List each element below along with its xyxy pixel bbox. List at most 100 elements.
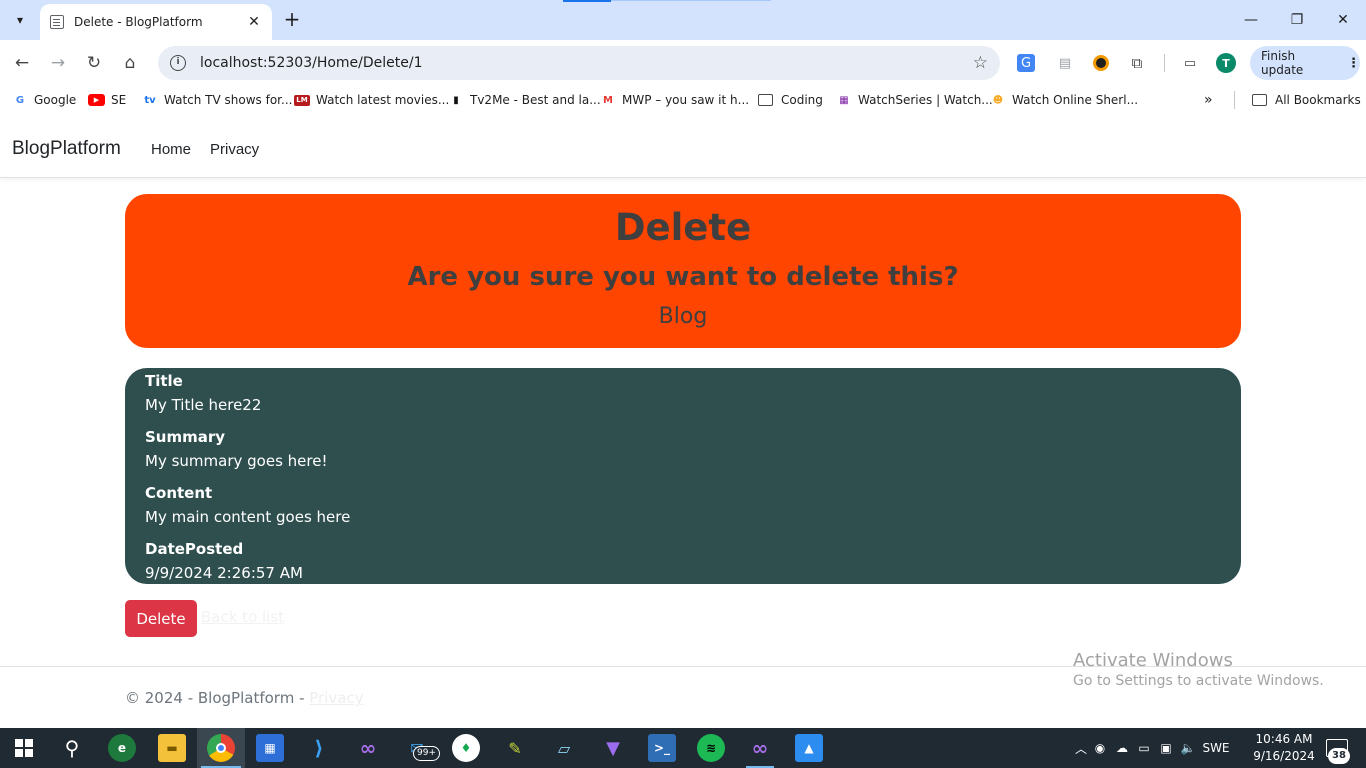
site-info-icon[interactable]: i <box>170 55 186 71</box>
tray-overflow-icon[interactable]: ︿ <box>1073 740 1089 757</box>
bookmarks-overflow-icon[interactable]: » <box>1204 91 1213 109</box>
page-favicon-icon <box>50 15 64 29</box>
footer-privacy-link[interactable]: Privacy <box>309 689 363 707</box>
profile-avatar[interactable]: T <box>1216 53 1236 73</box>
bookmark-watch-tv[interactable]: tv Watch TV shows for... <box>142 91 292 109</box>
volume-icon[interactable]: 🔈 <box>1177 741 1199 755</box>
site-brand-link[interactable]: BlogPlatform <box>12 138 121 160</box>
windows-taskbar: ⚲ e ▬ ▦ ⟩ ∞ ✉ 99+ ♦ ✎ ▱ ▼ >_ ≋ ∞ ▲ ︿ ◉ ☁… <box>0 728 1366 768</box>
field-value-title: My Title here22 <box>145 396 262 414</box>
vpn-icon[interactable]: ▼ <box>599 734 627 762</box>
folder-icon <box>1252 94 1267 106</box>
nav-link-privacy[interactable]: Privacy <box>210 141 259 158</box>
sherlock-icon: ☻ <box>992 94 1004 106</box>
visual-studio-2-icon[interactable]: ∞ <box>746 734 774 762</box>
bookmarks-separator <box>1234 91 1235 109</box>
bookmark-folder-coding[interactable]: Coding <box>758 91 823 109</box>
all-bookmarks-button[interactable]: All Bookmarks <box>1252 91 1361 109</box>
bookmark-watchseries[interactable]: ▦ WatchSeries | Watch... <box>836 91 993 109</box>
nav-link-home[interactable]: Home <box>151 141 191 158</box>
translate-extension-icon[interactable]: G <box>1017 54 1035 72</box>
tool-icon[interactable]: ✎ <box>501 734 529 762</box>
bookmark-tv2me[interactable]: ▮ Tv2Me - Best and la... <box>448 91 601 109</box>
field-label-summary: Summary <box>145 428 226 446</box>
tab-strip-indicator-track <box>611 0 771 1</box>
language-indicator[interactable]: SWE <box>1199 741 1233 755</box>
notes-icon[interactable]: ▱ <box>550 734 578 762</box>
windows-start-icon[interactable] <box>10 734 38 762</box>
clock-date: 9/16/2024 <box>1253 749 1315 763</box>
browser-tab-active[interactable]: Delete - BlogPlatform ✕ <box>40 4 272 40</box>
bookmark-star-icon[interactable]: ☆ <box>973 53 988 73</box>
toolbar-separator <box>1164 54 1165 72</box>
tab-strip-indicator <box>563 0 611 2</box>
extensions-puzzle-icon[interactable]: ⧉ <box>1126 52 1148 74</box>
mongodb-icon[interactable]: ♦ <box>452 734 480 762</box>
back-arrow-icon[interactable]: ← <box>8 49 36 77</box>
bookmark-sherlock[interactable]: ☻ Watch Online Sherl... <box>990 91 1138 109</box>
powershell-icon[interactable]: >_ <box>648 734 676 762</box>
record-extension-icon[interactable] <box>1090 52 1112 74</box>
delete-button[interactable]: Delete <box>125 600 197 637</box>
back-to-list-link[interactable]: Back to list <box>201 608 284 626</box>
bookmark-se[interactable]: ▶ SE <box>88 91 126 109</box>
edge-icon[interactable]: e <box>108 734 136 762</box>
url-text[interactable]: localhost:52303/Home/Delete/1 <box>200 55 973 71</box>
vscode-icon[interactable]: ⟩ <box>305 734 333 762</box>
bookmark-label: WatchSeries | Watch... <box>858 93 993 107</box>
folder-icon <box>758 94 773 106</box>
site-navbar: BlogPlatform Home Privacy <box>0 114 1366 178</box>
spotify-icon[interactable]: ≋ <box>697 734 725 762</box>
minimize-window-icon[interactable]: — <box>1228 6 1274 34</box>
watchseries-icon: ▦ <box>839 94 849 106</box>
tab-search-chevron-icon[interactable]: ▾ <box>6 6 34 34</box>
onedrive-icon[interactable]: ☁ <box>1111 741 1133 755</box>
tv-icon: tv <box>144 94 156 106</box>
reload-icon[interactable]: ↻ <box>80 49 108 77</box>
bookmark-label: Coding <box>781 93 823 107</box>
field-label-content: Content <box>145 484 213 502</box>
cast-icon[interactable]: ▭ <box>1179 52 1201 74</box>
all-bookmarks-label: All Bookmarks <box>1275 93 1361 107</box>
forward-arrow-icon[interactable]: → <box>44 49 72 77</box>
close-window-icon[interactable]: ✕ <box>1320 6 1366 34</box>
youtube-icon: ▶ <box>88 94 105 106</box>
bookmark-label: Google <box>34 93 77 107</box>
network-icon[interactable]: ▣ <box>1155 741 1177 755</box>
search-icon[interactable]: ⚲ <box>58 734 86 762</box>
finish-update-button[interactable]: Finish update ⋮ <box>1250 46 1360 80</box>
delete-header-card: Delete Are you sure you want to delete t… <box>125 194 1241 348</box>
photos-icon[interactable]: ▲ <box>795 734 823 762</box>
browser-tab-strip: ▾ Delete - BlogPlatform ✕ + — ❐ ✕ <box>0 0 1366 40</box>
page-title: Delete <box>614 206 752 249</box>
taskbar-clock[interactable]: 10:46 AM 9/16/2024 <box>1248 731 1320 765</box>
bookmarks-bar: G Google ▶ SE tv Watch TV shows for... L… <box>0 86 1366 114</box>
bookmark-google[interactable]: G Google <box>12 91 76 109</box>
footer-copyright: © 2024 - BlogPlatform - <box>125 689 310 707</box>
new-tab-plus-icon[interactable]: + <box>280 8 304 32</box>
bookmark-mwp[interactable]: M MWP – you saw it h... <box>600 91 749 109</box>
bookmark-label: Watch Online Sherl... <box>1012 93 1139 107</box>
more-menu-icon[interactable]: ⋮ <box>1347 56 1360 71</box>
document-extension-icon[interactable]: ▤ <box>1054 52 1076 74</box>
bookmark-label: MWP – you saw it h... <box>622 93 750 107</box>
battery-icon[interactable]: ▭ <box>1133 741 1155 755</box>
movie-icon: LM <box>294 94 310 106</box>
address-bar[interactable]: i localhost:52303/Home/Delete/1 ☆ <box>158 46 1000 80</box>
bookmark-label: Tv2Me - Best and la... <box>470 93 601 107</box>
tray-security-icon[interactable]: ◉ <box>1089 741 1111 755</box>
file-explorer-icon[interactable]: ▬ <box>158 734 186 762</box>
restore-window-icon[interactable]: ❐ <box>1274 6 1320 34</box>
bookmark-label: SE <box>111 93 127 107</box>
store-icon[interactable]: ▦ <box>256 734 284 762</box>
bookmark-watch-movies[interactable]: LM Watch latest movies... <box>294 91 449 109</box>
browser-toolbar: ← → ↻ ⌂ i localhost:52303/Home/Delete/1 … <box>0 40 1366 86</box>
chrome-icon[interactable] <box>207 734 235 762</box>
home-icon[interactable]: ⌂ <box>116 49 144 77</box>
bookmark-label: Watch latest movies... <box>316 93 450 107</box>
blog-details-card: Title My Title here22 Summary My summary… <box>125 368 1241 584</box>
tab-close-icon[interactable]: ✕ <box>246 14 262 30</box>
field-value-dateposted: 9/9/2024 2:26:57 AM <box>145 564 303 582</box>
visual-studio-icon[interactable]: ∞ <box>354 734 382 762</box>
google-icon: G <box>15 94 25 106</box>
